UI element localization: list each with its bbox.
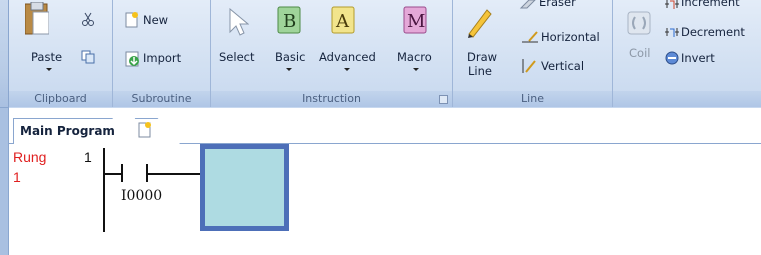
paste-dropdown-caret[interactable] [46, 68, 52, 71]
new-tab-icon [138, 122, 152, 141]
vertical-line-icon [521, 58, 539, 74]
rung-wire-right [148, 173, 200, 175]
instruction-group-label: Instruction [211, 91, 452, 107]
import-subroutine-button[interactable]: Import [143, 51, 181, 65]
macro-dropdown-caret[interactable] [413, 68, 419, 71]
subroutine-group-label: Subroutine [113, 91, 210, 107]
rung-wire-left [105, 173, 121, 175]
copy-icon[interactable] [81, 50, 95, 64]
svg-text:M: M [407, 11, 425, 32]
tab-main-program[interactable]: Main Program [13, 118, 137, 144]
left-power-rail [103, 148, 105, 232]
paste-icon[interactable] [24, 1, 50, 36]
eraser-button[interactable]: Eraser [539, 0, 576, 9]
ribbon: Paste Clipboard New Import Subroutine Se… [0, 0, 761, 108]
basic-dropdown-caret[interactable] [286, 68, 292, 71]
basic-instruction-icon: B [277, 6, 301, 34]
svg-text:B: B [283, 11, 296, 32]
advanced-instruction-icon: A [331, 6, 355, 34]
increment-button[interactable]: Increment [681, 0, 740, 9]
vertical-line-button[interactable]: Vertical [541, 59, 584, 73]
basic-instruction-button[interactable]: Basic [275, 50, 305, 64]
invert-button[interactable]: Invert [681, 51, 715, 65]
instruction-dialog-launcher[interactable] [439, 95, 448, 104]
contact-left-bar[interactable] [121, 164, 123, 182]
macro-instruction-button[interactable]: Macro [397, 50, 432, 64]
clipboard-group: Paste Clipboard [9, 0, 113, 107]
advanced-dropdown-caret[interactable] [344, 68, 350, 71]
eraser-icon [519, 0, 537, 10]
subroutine-group: New Import Subroutine [113, 0, 211, 107]
selected-cell-cursor[interactable] [200, 144, 289, 231]
new-subroutine-button[interactable]: New [143, 13, 168, 27]
coil-icon [626, 10, 652, 36]
draw-line-button-line2[interactable]: Line [468, 64, 492, 78]
svg-text:A: A [335, 11, 350, 32]
select-pointer-icon [227, 7, 250, 36]
import-icon [125, 51, 141, 67]
horizontal-line-icon [521, 30, 539, 44]
ribbon-body: Paste Clipboard New Import Subroutine Se… [8, 0, 761, 108]
draw-line-button-line1[interactable]: Draw [467, 50, 497, 64]
cut-icon[interactable] [81, 12, 95, 26]
program-tab-strip: Main Program [8, 108, 761, 144]
rung-label-number: 1 [13, 169, 21, 185]
clipboard-group-label: Clipboard [9, 91, 112, 107]
advanced-instruction-button[interactable]: Advanced [319, 50, 376, 64]
rung-number: 1 [84, 149, 92, 165]
tab-new-program[interactable] [124, 118, 180, 144]
draw-line-pencil-icon [465, 6, 493, 38]
tab-main-program-label: Main Program [20, 124, 115, 138]
select-button[interactable]: Select [219, 50, 254, 64]
line-group-label: Line [453, 91, 612, 107]
instruction-group: Select B Basic A Advanced M Macro Instru… [211, 0, 453, 107]
coil-button[interactable]: Coil [629, 46, 650, 60]
line-group: Draw Line Eraser Horizontal Vertical Lin… [453, 0, 613, 107]
new-file-icon [125, 12, 139, 28]
decrement-button[interactable]: Decrement [681, 25, 745, 39]
output-group: Coil Increment Decrement Invert [613, 0, 761, 107]
macro-instruction-icon: M [403, 6, 427, 34]
horizontal-line-button[interactable]: Horizontal [541, 30, 600, 44]
paste-button[interactable]: Paste [31, 50, 62, 64]
left-edge-bar [0, 108, 9, 255]
increment-icon [665, 0, 679, 11]
contact-address: I0000 [121, 188, 163, 204]
invert-icon [665, 51, 679, 65]
decrement-icon [665, 25, 679, 39]
output-group-label [613, 91, 761, 107]
rung-label: Rung [13, 149, 47, 165]
